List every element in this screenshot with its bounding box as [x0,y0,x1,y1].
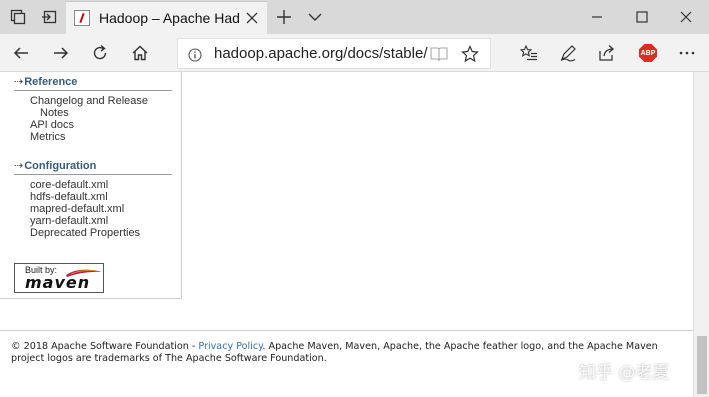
tab-preview-chevron-down-icon[interactable] [299,0,331,34]
menu-item-yarn-default[interactable]: yarn-default.xml [30,215,108,227]
close-window-icon[interactable] [666,0,706,34]
tab-manager-icon[interactable] [2,0,34,34]
menu-item-hdfs-default[interactable]: hdfs-default.xml [30,191,108,203]
page-content: ⇢Reference Changelog and Release Notes A… [0,72,693,397]
zhihu-watermark: 知乎 @老夏 [579,363,670,383]
close-tab-icon[interactable] [244,10,260,26]
refresh-icon[interactable] [84,37,116,69]
favorite-star-icon[interactable] [461,45,479,63]
url-text[interactable]: hadoop.apache.org/docs/stable/ [214,45,428,62]
tab-title: Hadoop – Apache Hadoop [99,10,239,26]
home-icon[interactable] [124,37,156,69]
scrollbar-thumb[interactable] [697,336,707,394]
menu-section-configuration[interactable]: ⇢Configuration [14,159,172,175]
address-bar[interactable]: hadoop.apache.org/docs/stable/ [177,38,491,69]
section-arrow-icon: ⇢ [14,76,24,88]
footer-divider [0,330,693,331]
vertical-scrollbar[interactable] [693,72,709,397]
tab-strip: Hadoop – Apache Hadoop [0,0,709,34]
built-by-maven-logo[interactable]: Built by: maven [14,263,104,293]
tab-hadoop[interactable]: Hadoop – Apache Hadoop [66,1,267,34]
menu-item-deprecated-properties[interactable]: Deprecated Properties [30,227,140,239]
adblock-plus-icon[interactable]: ABP [632,37,664,69]
menu-item-metrics[interactable]: Metrics [30,131,65,143]
back-arrow-icon[interactable] [5,37,37,69]
more-options-icon[interactable] [671,37,703,69]
site-info-icon[interactable] [188,47,202,62]
section-arrow-icon: ⇢ [14,160,24,172]
menu-item-mapred-default[interactable]: mapred-default.xml [30,203,124,215]
footer-prefix: © 2018 Apache Software Foundation - [11,341,199,352]
menu-section-title: Reference [24,76,78,88]
menu-item-api-docs[interactable]: API docs [30,119,74,131]
web-note-pen-icon[interactable] [552,37,584,69]
set-tabs-aside-icon[interactable] [33,0,65,34]
maximize-icon[interactable] [622,0,662,34]
share-icon[interactable] [591,37,623,69]
left-menu: ⇢Reference Changelog and Release Notes A… [0,72,182,299]
navigation-bar: hadoop.apache.org/docs/stable/ ABP [0,34,709,72]
reading-view-icon[interactable] [430,46,448,62]
menu-section-title: Configuration [24,160,97,172]
menu-item-changelog-cont[interactable]: Notes [40,107,69,119]
maven-wordmark: maven [25,273,91,292]
privacy-policy-link[interactable]: Privacy Policy [198,341,262,352]
menu-item-core-default[interactable]: core-default.xml [30,179,108,191]
new-tab-icon[interactable] [268,0,300,34]
hadoop-favicon-icon [74,10,90,26]
minimize-icon[interactable] [577,0,617,34]
menu-section-reference[interactable]: ⇢Reference [14,75,172,91]
favorites-hub-icon[interactable] [513,37,545,69]
menu-item-changelog[interactable]: Changelog and Release [30,95,148,107]
abp-badge: ABP [639,44,657,62]
forward-arrow-icon[interactable] [45,37,77,69]
